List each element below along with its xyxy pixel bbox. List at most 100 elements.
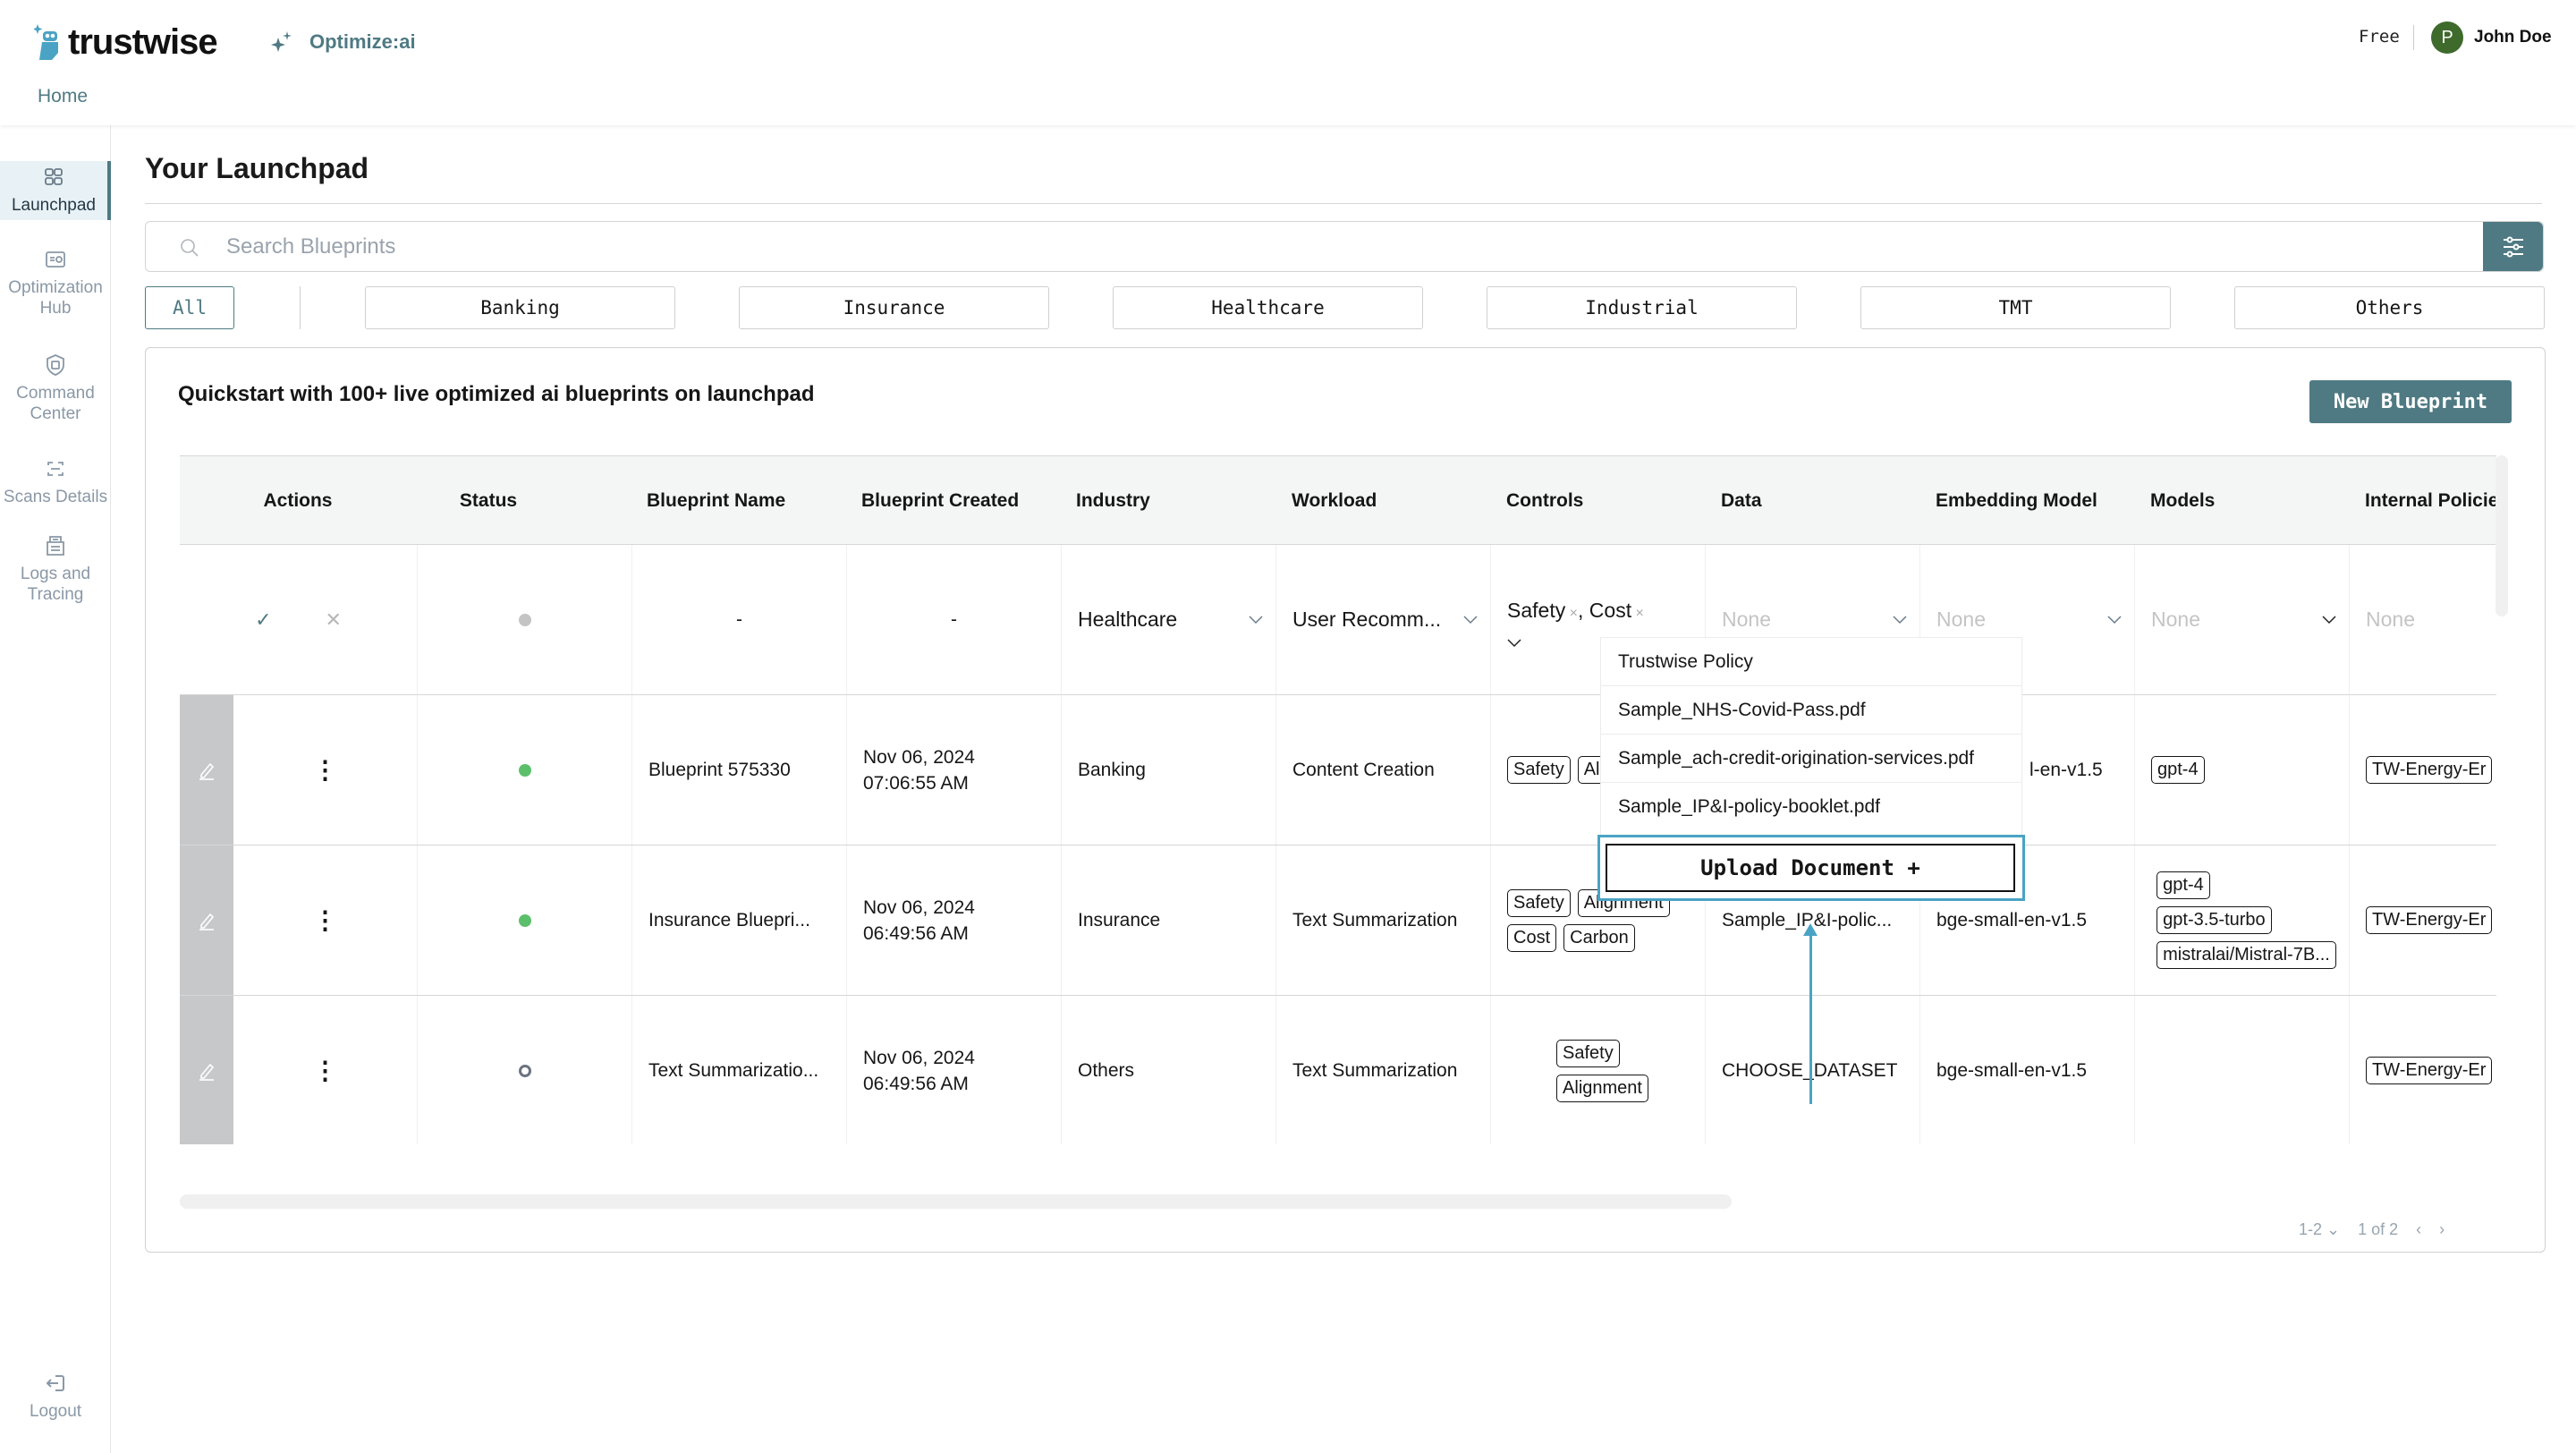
models-select[interactable]: None <box>2134 545 2349 694</box>
created-date: Nov 06, 2024 <box>863 896 975 918</box>
model-tag: gpt-4 <box>2151 756 2205 784</box>
data-dropdown-menu: Trustwise Policy Sample_NHS-Covid-Pass.p… <box>1597 637 2025 901</box>
dropdown-option[interactable]: Sample_IP&I-policy-booklet.pdf <box>1601 783 2021 831</box>
dropdown-option[interactable]: Trustwise Policy <box>1601 638 2021 686</box>
col-workload[interactable]: Workload <box>1292 456 1377 546</box>
filter-tmt[interactable]: TMT <box>1860 286 2171 329</box>
name-cell: - <box>631 545 846 694</box>
new-blueprint-button[interactable]: New Blueprint <box>2309 380 2512 423</box>
col-blueprint-created[interactable]: Blueprint Created <box>861 456 1019 546</box>
filter-industrial[interactable]: Industrial <box>1487 286 1797 329</box>
search-input[interactable] <box>226 233 2373 261</box>
trustwise-logo[interactable]: trustwise <box>34 18 218 66</box>
industry-cell: Banking <box>1061 695 1275 845</box>
more-options-icon[interactable]: ⋮ <box>313 905 338 935</box>
col-blueprint-name[interactable]: Blueprint Name <box>647 456 785 546</box>
remove-chip-icon[interactable]: × <box>1565 606 1578 621</box>
next-page-icon[interactable]: › <box>2439 1220 2445 1239</box>
more-options-icon[interactable]: ⋮ <box>313 755 338 785</box>
workload-select[interactable]: User Recomm... <box>1275 545 1490 694</box>
data-cell: CHOOSE_DATASET <box>1705 996 1919 1144</box>
pencil-icon <box>199 913 215 930</box>
col-data[interactable]: Data <box>1721 456 1762 546</box>
col-models[interactable]: Models <box>2150 456 2215 546</box>
industry-value: Healthcare <box>1078 608 1178 631</box>
industry-cell: Others <box>1061 996 1275 1144</box>
name-cell[interactable]: Text Summarizatio... <box>631 996 846 1144</box>
status-indicator <box>518 763 531 777</box>
edit-row-button[interactable] <box>180 695 233 845</box>
sidebar-item-label: Scans Details <box>3 488 108 506</box>
name-cell[interactable]: Blueprint 575330 <box>631 695 846 845</box>
sidebar-item-scans-details[interactable]: Scans Details <box>0 456 111 507</box>
created-time: 06:49:56 AM <box>863 922 969 944</box>
created-time: 07:06:55 AM <box>863 772 969 794</box>
col-controls[interactable]: Controls <box>1506 456 1583 546</box>
table-row[interactable]: ⋮ Blueprint 575330 Nov 06, 2024 07:06:55 … <box>180 695 2496 845</box>
remove-chip-icon[interactable]: × <box>1631 606 1644 621</box>
plan-badge: Free <box>2359 27 2400 47</box>
sidebar-item-label: Launchpad <box>11 196 97 215</box>
breadcrumb-home[interactable]: Home <box>38 86 88 107</box>
avatar[interactable]: P <box>2431 21 2463 54</box>
policies-select[interactable]: None <box>2349 545 2496 694</box>
models-cell: gpt-4 gpt-3.5-turbo mistralai/Mistral-7B..… <box>2134 845 2349 995</box>
upload-document-button[interactable]: Upload Document + <box>1606 844 2015 892</box>
dropdown-option[interactable]: Sample_ach-credit-origination-services.p… <box>1601 735 2021 783</box>
edit-row-button[interactable] <box>180 996 233 1144</box>
horizontal-scrollbar[interactable] <box>180 1194 1732 1209</box>
filter-all[interactable]: All <box>145 286 234 329</box>
row-menu-cell: ⋮ <box>233 996 417 1144</box>
status-cell <box>417 695 631 845</box>
user-name[interactable]: John Doe <box>2474 28 2552 47</box>
workload-value: User Recomm... <box>1292 608 1442 631</box>
models-cell <box>2134 996 2349 1144</box>
created-time: 06:49:56 AM <box>863 1073 969 1094</box>
chevron-down-icon <box>2107 615 2122 624</box>
embedding-placeholder: None <box>1936 608 1986 631</box>
sidebar-item-optimization-hub[interactable]: Optimization Hub <box>0 247 111 319</box>
confirm-icon[interactable]: ✓ <box>255 608 271 632</box>
more-options-icon[interactable]: ⋮ <box>313 1056 338 1085</box>
industry-select[interactable]: Healthcare <box>1061 545 1275 694</box>
row-actions: ✓ ✕ <box>180 545 417 694</box>
filter-others[interactable]: Others <box>2234 286 2545 329</box>
created-cell: Nov 06, 2024 06:49:56 AM <box>846 996 1061 1144</box>
model-tag: gpt-4 <box>2157 871 2210 899</box>
cancel-icon[interactable]: ✕ <box>326 608 342 632</box>
sidebar-item-command-center[interactable]: Command Center <box>0 353 111 424</box>
prev-page-icon[interactable]: ‹ <box>2416 1220 2421 1239</box>
dropdown-option[interactable]: Sample_NHS-Covid-Pass.pdf <box>1601 686 2021 735</box>
filter-settings-button[interactable] <box>2483 222 2543 271</box>
control-chip: Cost <box>1589 599 1632 622</box>
logout-button[interactable]: Logout <box>0 1371 111 1422</box>
chevron-down-icon <box>1463 615 1478 624</box>
header-divider <box>2413 25 2414 50</box>
page-indicator: 1 of 2 <box>2358 1220 2399 1238</box>
vertical-scrollbar[interactable] <box>2496 455 2508 616</box>
controls-cell: Safety Alignment <box>1490 996 1705 1144</box>
control-tag: Carbon <box>1563 923 1635 952</box>
industry-filter-bar: All Banking Insurance Healthcare Industr… <box>145 286 2546 331</box>
sidebar-item-launchpad[interactable]: Launchpad <box>0 161 111 220</box>
table-row[interactable]: ⋮ Insurance Bluepri... Nov 06, 2024 06:49… <box>180 845 2496 996</box>
edit-row-button[interactable] <box>180 845 233 995</box>
filter-banking[interactable]: Banking <box>365 286 675 329</box>
table-row[interactable]: ⋮ Text Summarizatio... Nov 06, 2024 06:49… <box>180 996 2496 1144</box>
policies-cell: TW-Energy-Er <box>2349 845 2496 995</box>
control-tag: Safety <box>1556 1039 1620 1067</box>
filter-insurance[interactable]: Insurance <box>739 286 1049 329</box>
title-divider <box>145 203 2542 204</box>
col-internal-policies[interactable]: Internal Policie <box>2365 456 2496 546</box>
col-industry[interactable]: Industry <box>1076 456 1150 546</box>
name-cell[interactable]: Insurance Bluepri... <box>631 845 846 995</box>
product-switcher[interactable]: Optimize:ai <box>270 30 416 54</box>
filter-healthcare[interactable]: Healthcare <box>1113 286 1423 329</box>
status-cell <box>417 845 631 995</box>
sidebar-item-label: Command Center <box>16 384 95 423</box>
sidebar-item-logs-and-tracing[interactable]: Logs and Tracing <box>0 533 111 605</box>
page-size-select[interactable]: 1-2 ⌄ <box>2299 1220 2340 1239</box>
col-embedding-model[interactable]: Embedding Model <box>1936 456 2097 546</box>
policy-tag: TW-Energy-Er <box>2366 906 2493 934</box>
annotation-arrow <box>1809 930 1812 1104</box>
